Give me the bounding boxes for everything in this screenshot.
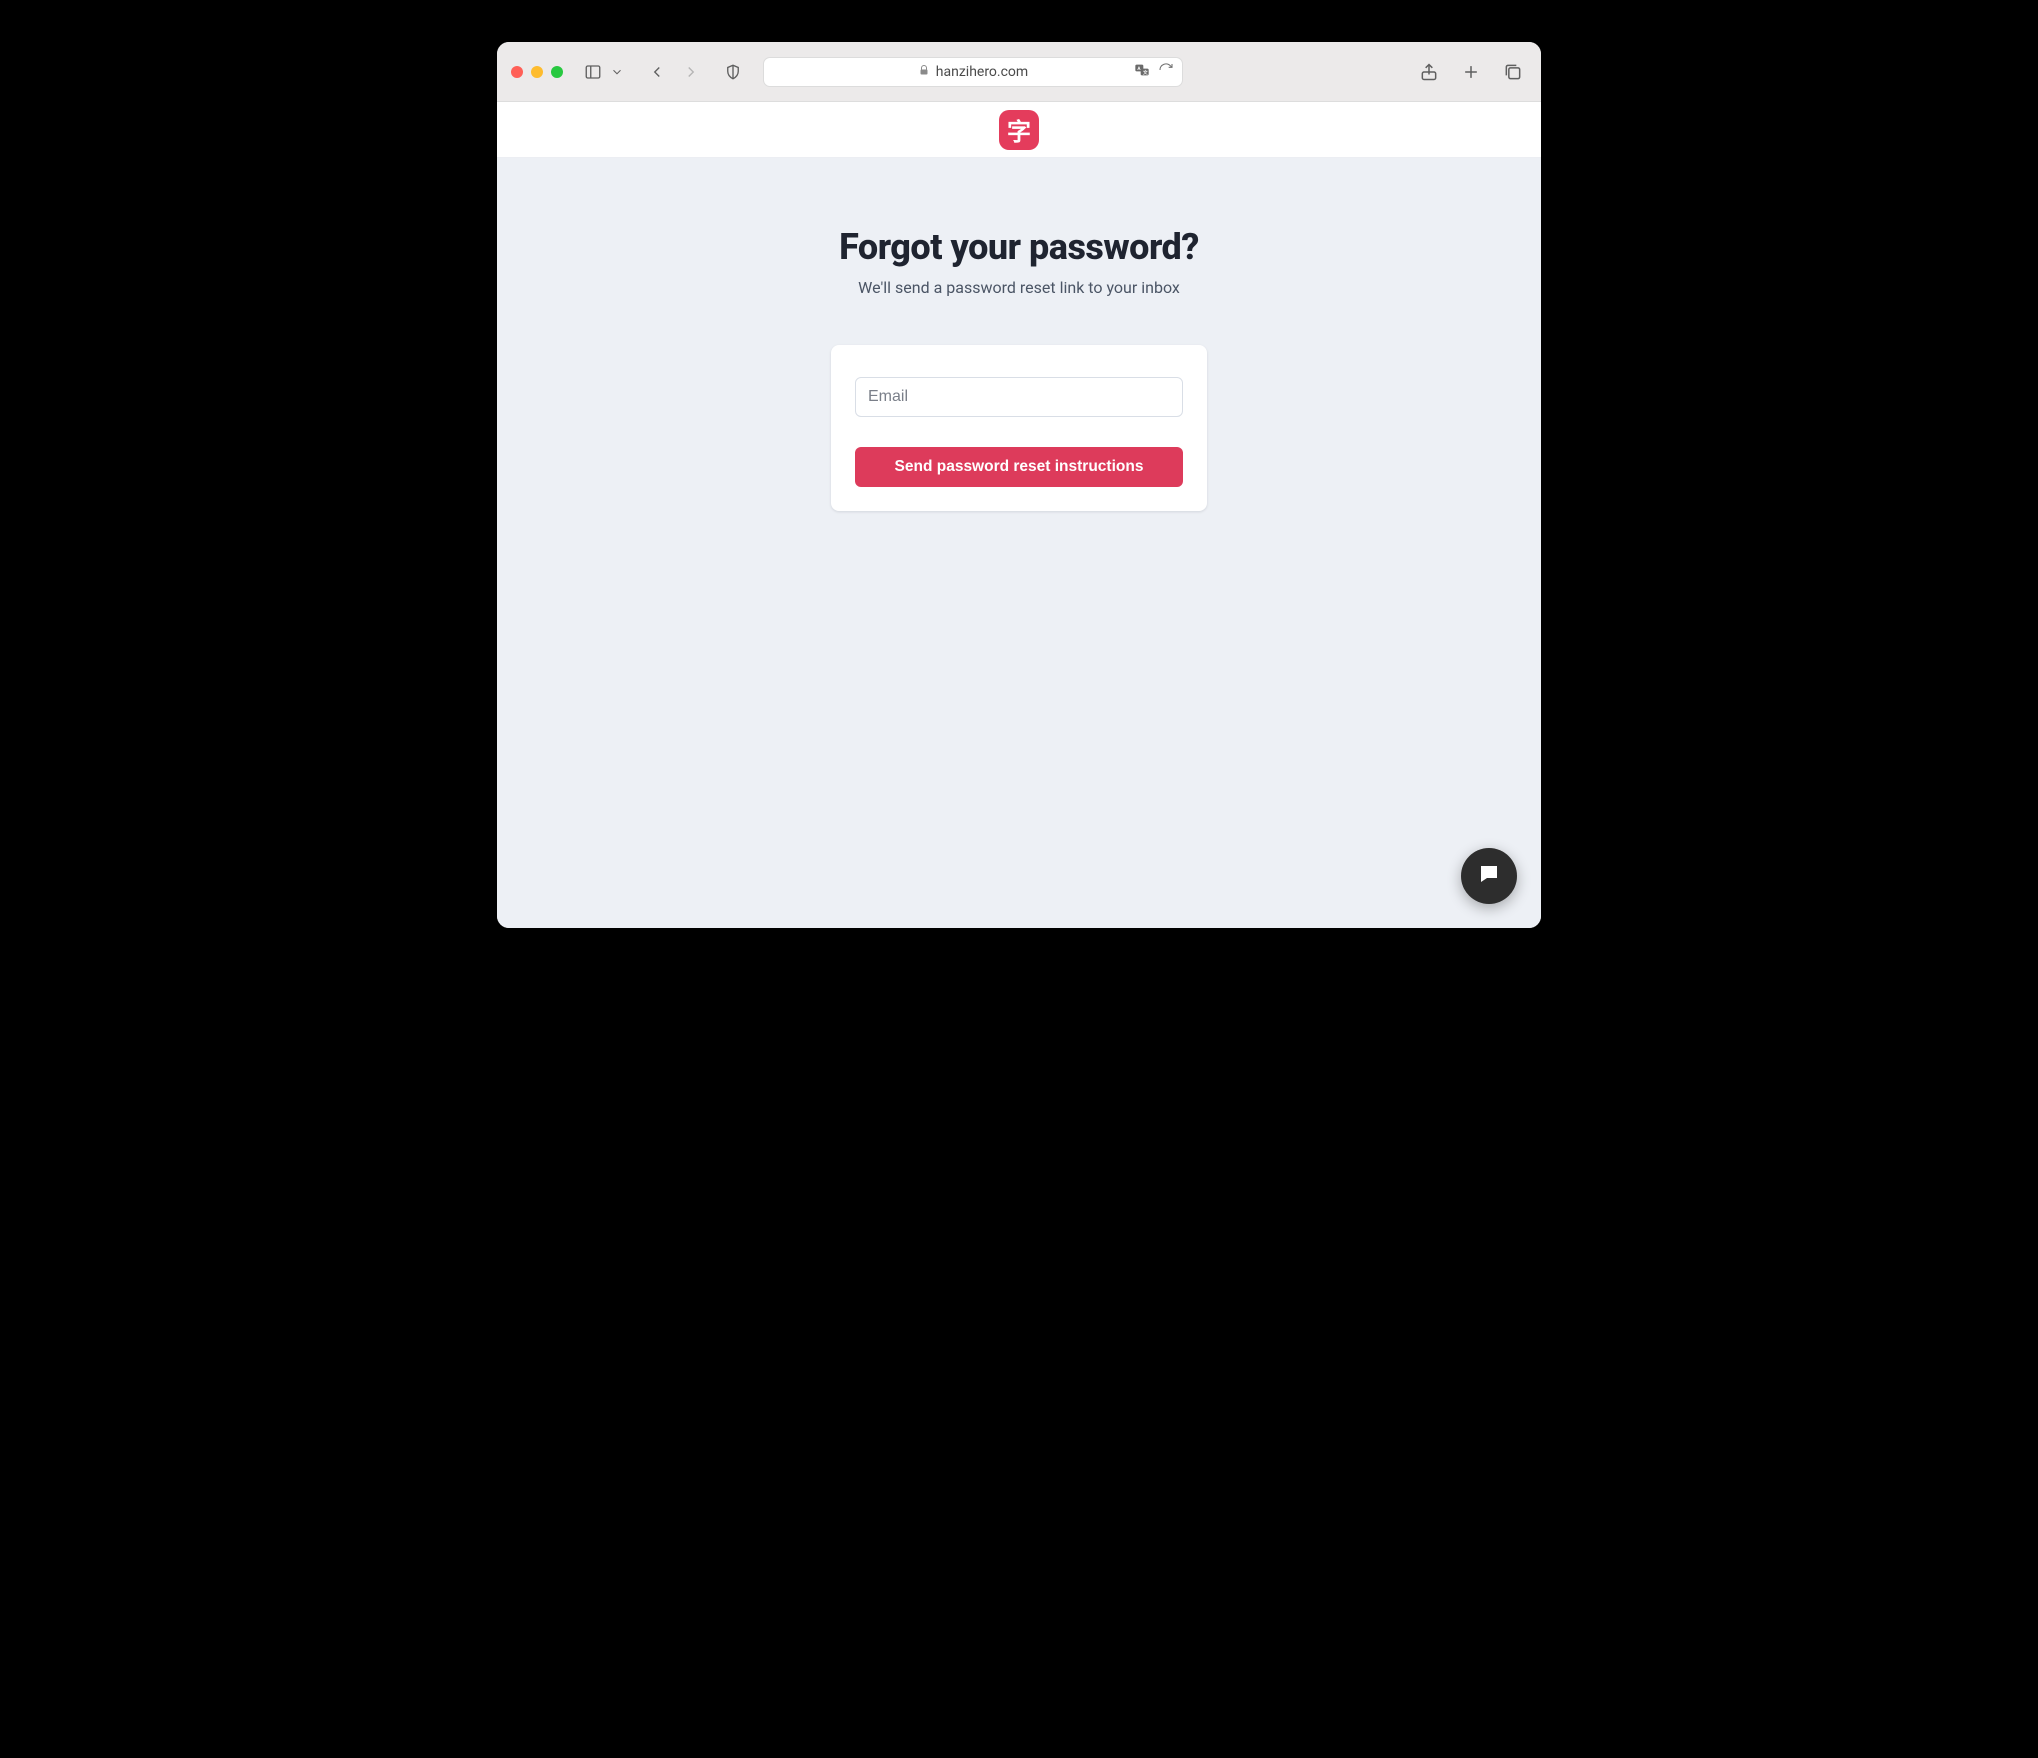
window-controls [511, 66, 563, 78]
window-close-button[interactable] [511, 66, 523, 78]
page: 字 Forgot your password? We'll send a pas… [497, 102, 1541, 928]
lock-icon [918, 64, 930, 80]
page-subtitle: We'll send a password reset link to your… [858, 278, 1180, 297]
tab-overview-button[interactable] [1499, 58, 1527, 86]
browser-window: hanzihero.com A文 [497, 42, 1541, 928]
address-bar-url: hanzihero.com [936, 64, 1028, 80]
site-header: 字 [497, 102, 1541, 158]
reload-icon[interactable] [1158, 62, 1174, 82]
page-title: Forgot your password? [839, 226, 1199, 268]
chat-widget-button[interactable] [1461, 848, 1517, 904]
share-button[interactable] [1415, 58, 1443, 86]
site-logo-glyph: 字 [1007, 112, 1031, 147]
translate-icon[interactable]: A文 [1134, 62, 1150, 82]
reset-password-card: Send password reset instructions [831, 345, 1207, 511]
main-content: Forgot your password? We'll send a passw… [497, 158, 1541, 928]
privacy-shield-button[interactable] [719, 58, 747, 86]
forward-button[interactable] [677, 58, 705, 86]
back-button[interactable] [643, 58, 671, 86]
email-field[interactable] [855, 377, 1183, 417]
address-bar[interactable]: hanzihero.com A文 [763, 57, 1183, 87]
sidebar-toggle-button[interactable] [581, 58, 605, 86]
new-tab-button[interactable] [1457, 58, 1485, 86]
window-minimize-button[interactable] [531, 66, 543, 78]
tab-group-dropdown[interactable] [605, 58, 629, 86]
send-reset-button[interactable]: Send password reset instructions [855, 447, 1183, 487]
site-logo[interactable]: 字 [999, 110, 1039, 150]
window-fullscreen-button[interactable] [551, 66, 563, 78]
browser-toolbar: hanzihero.com A文 [497, 42, 1541, 102]
chat-icon [1477, 862, 1501, 890]
